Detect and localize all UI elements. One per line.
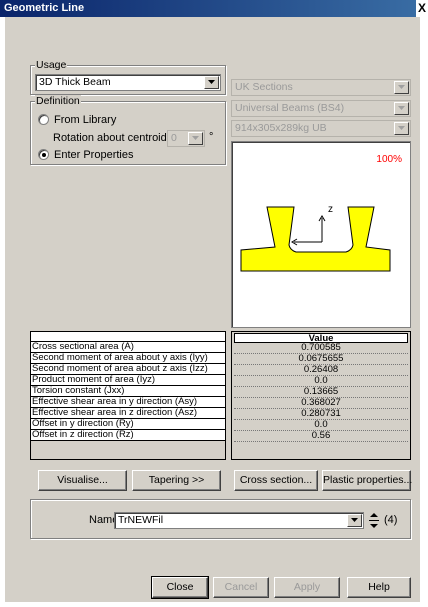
section-type-value: UK Sections bbox=[235, 81, 293, 93]
chevron-down-icon[interactable] bbox=[394, 81, 409, 94]
property-value[interactable]: 0.280731 bbox=[234, 409, 408, 420]
property-label: Effective shear area in z direction (Asz… bbox=[31, 408, 225, 419]
name-group: Name TrNEWFil (4) bbox=[30, 499, 411, 539]
cross-section-button[interactable]: Cross section... bbox=[234, 470, 318, 491]
radio-selected-dot bbox=[42, 153, 46, 157]
z-axis-label: z bbox=[328, 204, 333, 215]
section-size-select[interactable]: 914x305x289kg UB bbox=[231, 120, 411, 137]
rotation-select[interactable]: 0 bbox=[167, 130, 205, 147]
dialog-body: Usage 3D Thick Beam Definition From Libr… bbox=[5, 17, 420, 602]
property-value[interactable]: 0.700585 bbox=[234, 343, 408, 354]
rotation-label: Rotation about centroid bbox=[53, 132, 167, 144]
section-family-select[interactable]: Universal Beams (BS4) bbox=[231, 100, 411, 117]
chevron-down-icon[interactable] bbox=[394, 122, 409, 135]
enter-properties-label: Enter Properties bbox=[54, 149, 134, 161]
property-label: Cross sectional area (A) bbox=[31, 342, 225, 353]
name-select[interactable]: TrNEWFil bbox=[114, 512, 364, 529]
definition-legend: Definition bbox=[35, 95, 81, 107]
property-value[interactable]: 0.368027 bbox=[234, 398, 408, 409]
definition-group: Definition From Library Rotation about c… bbox=[30, 95, 226, 165]
value-header: Value bbox=[234, 333, 408, 343]
tapering-button[interactable]: Tapering >> bbox=[132, 470, 221, 491]
from-library-label: From Library bbox=[54, 114, 117, 126]
window-title: Geometric Line bbox=[4, 2, 85, 14]
property-label: Second moment of area about y axis (Iyy) bbox=[31, 353, 225, 364]
chevron-down-icon[interactable] bbox=[188, 132, 203, 145]
spinner-arrows-icon[interactable] bbox=[368, 511, 380, 530]
property-value[interactable]: 0.56 bbox=[234, 431, 408, 442]
property-value[interactable]: 0.26408 bbox=[234, 365, 408, 376]
plastic-properties-button[interactable]: Plastic properties... bbox=[322, 470, 412, 491]
section-family-value: Universal Beams (BS4) bbox=[235, 102, 345, 114]
rotation-select-value: 0 bbox=[171, 132, 177, 144]
rotation-unit: ° bbox=[209, 131, 214, 143]
cancel-button[interactable]: Cancel bbox=[213, 577, 269, 598]
name-spinner[interactable] bbox=[368, 511, 380, 530]
properties-label-grid: Cross sectional area (A) Second moment of… bbox=[30, 331, 226, 460]
chevron-down-icon[interactable] bbox=[204, 76, 219, 89]
property-label: Second moment of area about z axis (Izz) bbox=[31, 364, 225, 375]
properties-header-blank bbox=[31, 332, 225, 342]
section-type-select[interactable]: UK Sections bbox=[231, 79, 411, 96]
section-preview[interactable]: 100% z bbox=[231, 141, 411, 328]
usage-group: Usage 3D Thick Beam bbox=[30, 59, 226, 95]
title-bar: Geometric Line X bbox=[0, 0, 428, 17]
visualise-button[interactable]: Visualise... bbox=[38, 470, 127, 491]
from-library-radio[interactable] bbox=[38, 114, 49, 125]
help-button[interactable]: Help bbox=[347, 577, 411, 598]
chevron-down-icon[interactable] bbox=[394, 102, 409, 115]
property-label: Effective shear area in y direction (Asy… bbox=[31, 397, 225, 408]
enter-properties-radio[interactable] bbox=[38, 149, 49, 160]
properties-value-grid: Value 0.700585 0.0675655 0.26408 0.0 0.13665… bbox=[231, 331, 411, 460]
name-select-value: TrNEWFil bbox=[118, 514, 164, 526]
property-value[interactable]: 0.0 bbox=[234, 420, 408, 431]
close-button[interactable]: Close bbox=[151, 576, 209, 599]
property-label: Offset in y direction (Ry) bbox=[31, 419, 225, 430]
usage-select-value: 3D Thick Beam bbox=[39, 76, 111, 88]
property-value[interactable]: 0.13665 bbox=[234, 387, 408, 398]
usage-legend: Usage bbox=[35, 59, 68, 71]
beam-cross-section bbox=[240, 206, 391, 272]
section-size-value: 914x305x289kg UB bbox=[235, 122, 327, 134]
usage-select[interactable]: 3D Thick Beam bbox=[35, 74, 221, 91]
chevron-down-icon[interactable] bbox=[347, 514, 362, 527]
property-value[interactable]: 0.0675655 bbox=[234, 354, 408, 365]
name-count: (4) bbox=[384, 514, 398, 526]
property-label: Offset in z direction (Rz) bbox=[31, 430, 225, 441]
property-label: Torsion constant (Jxx) bbox=[31, 386, 225, 397]
close-icon[interactable]: X bbox=[416, 0, 428, 17]
property-label: Product moment of area (Iyz) bbox=[31, 375, 225, 386]
property-value[interactable]: 0.0 bbox=[234, 376, 408, 387]
beam-section-diagram bbox=[240, 206, 391, 272]
apply-button[interactable]: Apply bbox=[274, 577, 340, 598]
